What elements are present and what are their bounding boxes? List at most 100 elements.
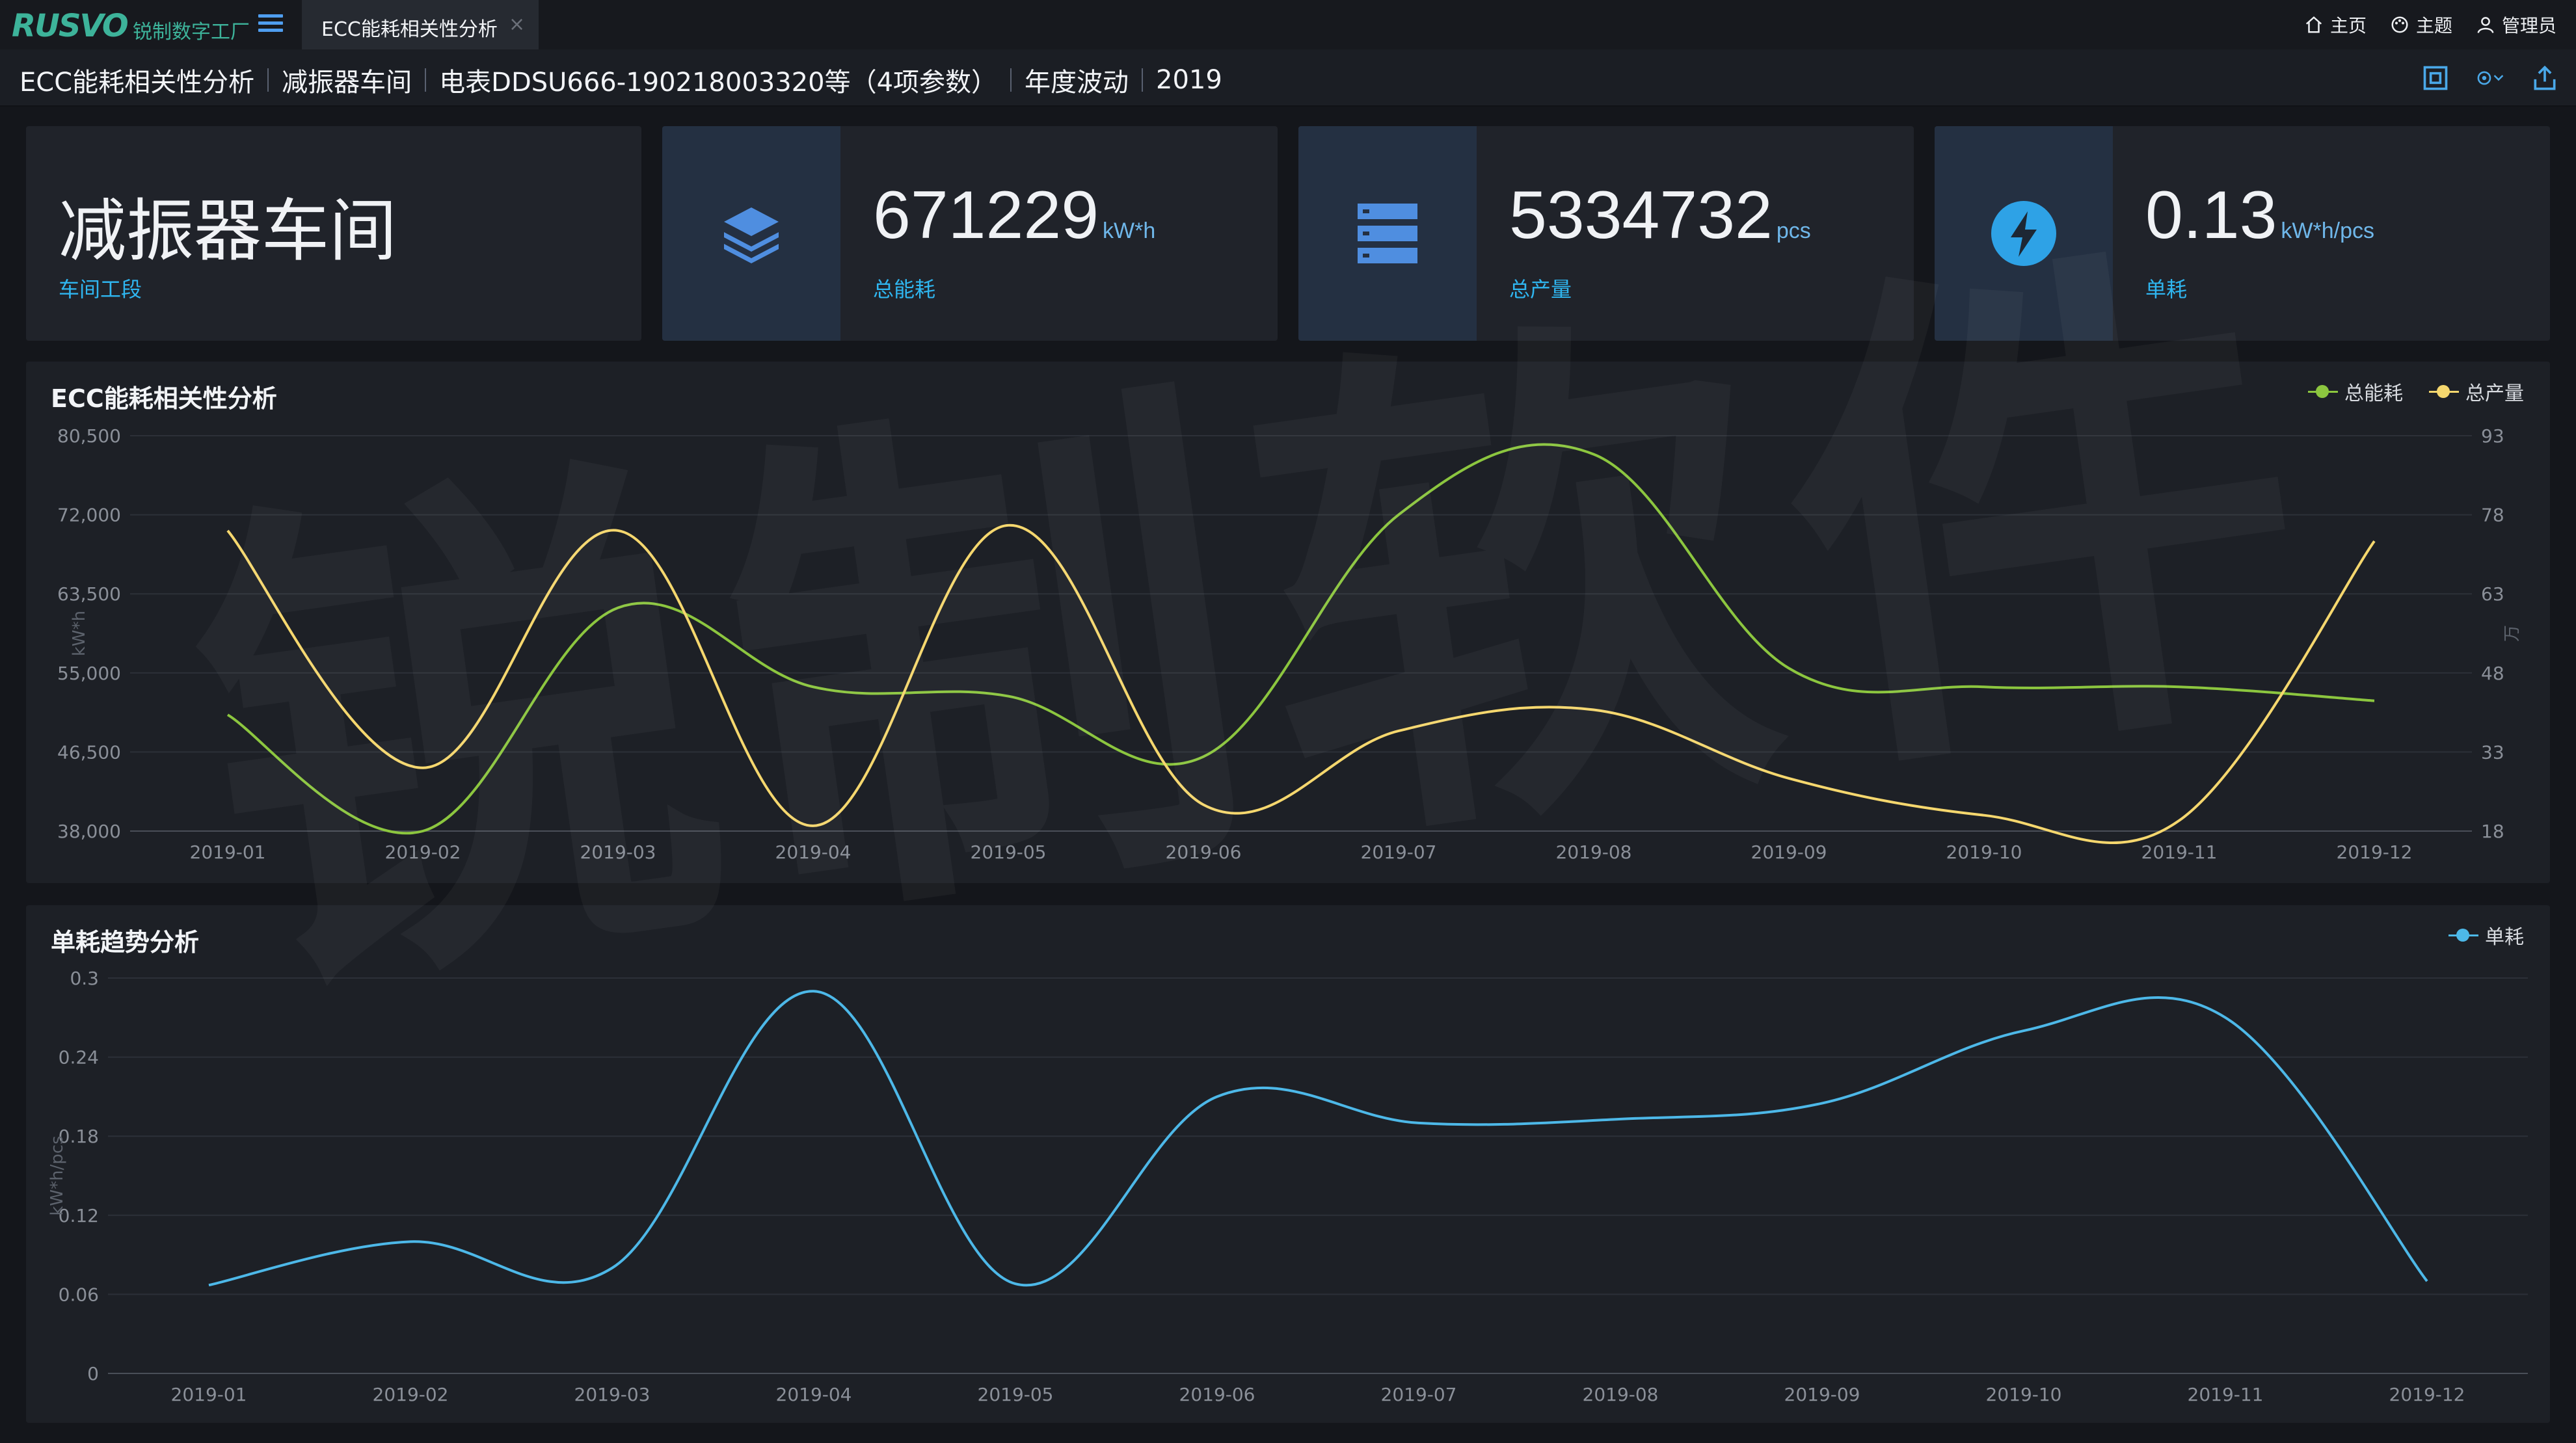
y2-tick-label: 33: [2481, 741, 2504, 763]
output-caption: 总产量: [1509, 277, 1572, 302]
series-line-1: [226, 523, 2376, 844]
x-tick-label: 2019-09: [1784, 1384, 1860, 1405]
hamburger-menu-icon[interactable]: [258, 14, 283, 35]
energy-card: 671229 kW*h 总能耗: [662, 126, 1278, 341]
y-tick-label: 55,000: [57, 663, 121, 684]
workshop-caption[interactable]: 车间工段: [59, 273, 142, 303]
x-tick-label: 2019-06: [1179, 1384, 1255, 1405]
layers-icon: [724, 207, 779, 263]
unit-unit: kW*h/pcs: [2281, 218, 2375, 243]
breadcrumb-divider: [1142, 68, 1144, 92]
y-tick-label: 0.06: [59, 1284, 99, 1305]
y-tick-label: 0: [87, 1363, 99, 1384]
x-tick-label: 2019-08: [1556, 841, 1632, 863]
nav-home[interactable]: 主页: [2304, 12, 2367, 38]
top-bar: RUSVO 锐制数字工厂 ECC能耗相关性分析 × 主页 主题 管理员: [0, 0, 2576, 49]
energy-unit: kW*h: [1103, 218, 1156, 243]
breadcrumb-divider: [267, 68, 269, 92]
y-tick-label: 0.3: [70, 968, 99, 989]
output-number: 5334732: [1509, 178, 1773, 253]
output-unit: pcs: [1776, 218, 1811, 243]
user-icon: [2477, 17, 2494, 33]
logo-subtitle: 锐制数字工厂: [133, 21, 250, 44]
unit-trend-chart-panel: 单耗趋势分析 单耗 0.3 0.24 0.18 0.12 0.06 0 2019-01 201…: [26, 905, 2550, 1423]
y2-tick-label: 48: [2481, 663, 2504, 684]
y-axis-name: kW*h/pcs: [47, 1135, 67, 1215]
x-tick-label: 2019-01: [190, 841, 266, 863]
series-line-0: [226, 443, 2375, 835]
breadcrumb-bar: ECC能耗相关性分析 减振器车间 电表DDSU666-190218003320等…: [0, 49, 2576, 107]
energy-caption: 总能耗: [873, 277, 936, 302]
x-tick-label: 2019-03: [574, 1384, 651, 1405]
breadcrumb-workshop[interactable]: 减振器车间: [282, 61, 412, 99]
x-tick-label: 2019-11: [2188, 1384, 2264, 1405]
y-tick-label: 80,500: [57, 425, 121, 447]
x-tick-label: 2019-10: [1986, 1384, 2062, 1405]
tab-close-icon[interactable]: ×: [509, 13, 525, 36]
breadcrumb-meter[interactable]: 电表DDSU666-190218003320等（4项参数）: [439, 61, 997, 99]
logo-brand: RUSVO: [12, 8, 129, 44]
x-tick-label: 2019-05: [978, 1384, 1054, 1405]
output-icon-box: [1298, 126, 1477, 341]
y-tick-label: 46,500: [57, 741, 121, 763]
output-card: 5334732 pcs 总产量: [1298, 126, 1914, 341]
energy-icon-box: [662, 126, 840, 341]
series-line-0: [208, 990, 2428, 1287]
x-tick-label: 2019-07: [1361, 841, 1437, 863]
workshop-title: 减振器车间: [59, 191, 397, 271]
unit-caption: 单耗: [2145, 277, 2188, 302]
server-stack-icon: [1358, 204, 1417, 263]
unit-value: 0.13 kW*h/pcs: [2145, 177, 2374, 254]
unit-icon-box: [1935, 126, 2113, 341]
x-tick-label: 2019-08: [1583, 1384, 1659, 1405]
breadcrumb-divider: [1010, 68, 1012, 92]
nav-theme[interactable]: 主题: [2390, 12, 2452, 38]
workshop-card: 减振器车间 车间工段: [26, 126, 641, 341]
nav-user-label: 管理员: [2501, 15, 2556, 36]
unit-trend-line-chart[interactable]: 0.30.240.180.120.0602019-01 2019-02 2019-0…: [26, 905, 2550, 1423]
y2-axis-name: 万: [2502, 625, 2522, 642]
tab-label: ECC能耗相关性分析: [321, 18, 498, 41]
x-tick-label: 2019-11: [2141, 841, 2218, 863]
x-tick-label: 2019-04: [776, 1384, 852, 1405]
y-tick-label: 38,000: [57, 821, 121, 842]
nav-theme-label: 主题: [2415, 15, 2452, 36]
breadcrumb-mode[interactable]: 年度波动: [1025, 61, 1129, 99]
y2-tick-label: 63: [2481, 583, 2504, 605]
x-tick-label: 2019-05: [971, 841, 1047, 863]
x-tick-label: 2019-02: [373, 1384, 449, 1405]
screenshot-icon[interactable]: [2421, 64, 2450, 92]
x-tick-label: 2019-07: [1381, 1384, 1457, 1405]
breadcrumb-page[interactable]: ECC能耗相关性分析: [20, 61, 254, 99]
unit-consumption-card: 0.13 kW*h/pcs 单耗: [1935, 126, 2550, 341]
x-tick-label: 2019-01: [171, 1384, 247, 1405]
nav-home-label: 主页: [2329, 15, 2367, 36]
palette-icon: [2391, 16, 2408, 33]
home-icon: [2305, 16, 2322, 33]
y-axis-name: kW*h: [70, 611, 89, 656]
x-tick-label: 2019-04: [775, 841, 852, 863]
y2-tick-label: 78: [2481, 505, 2504, 526]
export-icon[interactable]: [2530, 64, 2559, 92]
x-tick-label: 2019-12: [2389, 1384, 2465, 1405]
energy-value: 671229 kW*h: [873, 177, 1155, 254]
y-tick-label: 72,000: [57, 505, 121, 526]
nav-user[interactable]: 管理员: [2476, 12, 2556, 38]
x-tick-label: 2019-06: [1166, 841, 1242, 863]
breadcrumb: ECC能耗相关性分析 减振器车间 电表DDSU666-190218003320等…: [20, 61, 1222, 99]
y2-tick-label: 18: [2481, 821, 2504, 842]
breadcrumb-year[interactable]: 2019: [1156, 65, 1222, 95]
correlation-chart-panel: ECC能耗相关性分析 总能耗 总产量 80,500 93 72,000 78 63,50…: [26, 362, 2550, 883]
y-tick-label: 63,500: [57, 583, 121, 605]
x-tick-label: 2019-12: [2337, 841, 2413, 863]
output-value: 5334732 pcs: [1509, 177, 1811, 254]
breadcrumb-divider: [425, 68, 427, 92]
settings-icon[interactable]: [2476, 64, 2504, 92]
y-tick-label: 0.24: [59, 1047, 99, 1068]
unit-number: 0.13: [2145, 178, 2277, 253]
correlation-line-chart[interactable]: 80,500 93 72,000 78 63,500 63 55,000 48 46,500 33…: [26, 362, 2550, 883]
tab-ecc-analysis[interactable]: ECC能耗相关性分析 ×: [302, 0, 539, 49]
lightning-icon: [1991, 201, 2056, 266]
x-tick-label: 2019-10: [1946, 841, 2022, 863]
y2-tick-label: 93: [2481, 425, 2504, 447]
